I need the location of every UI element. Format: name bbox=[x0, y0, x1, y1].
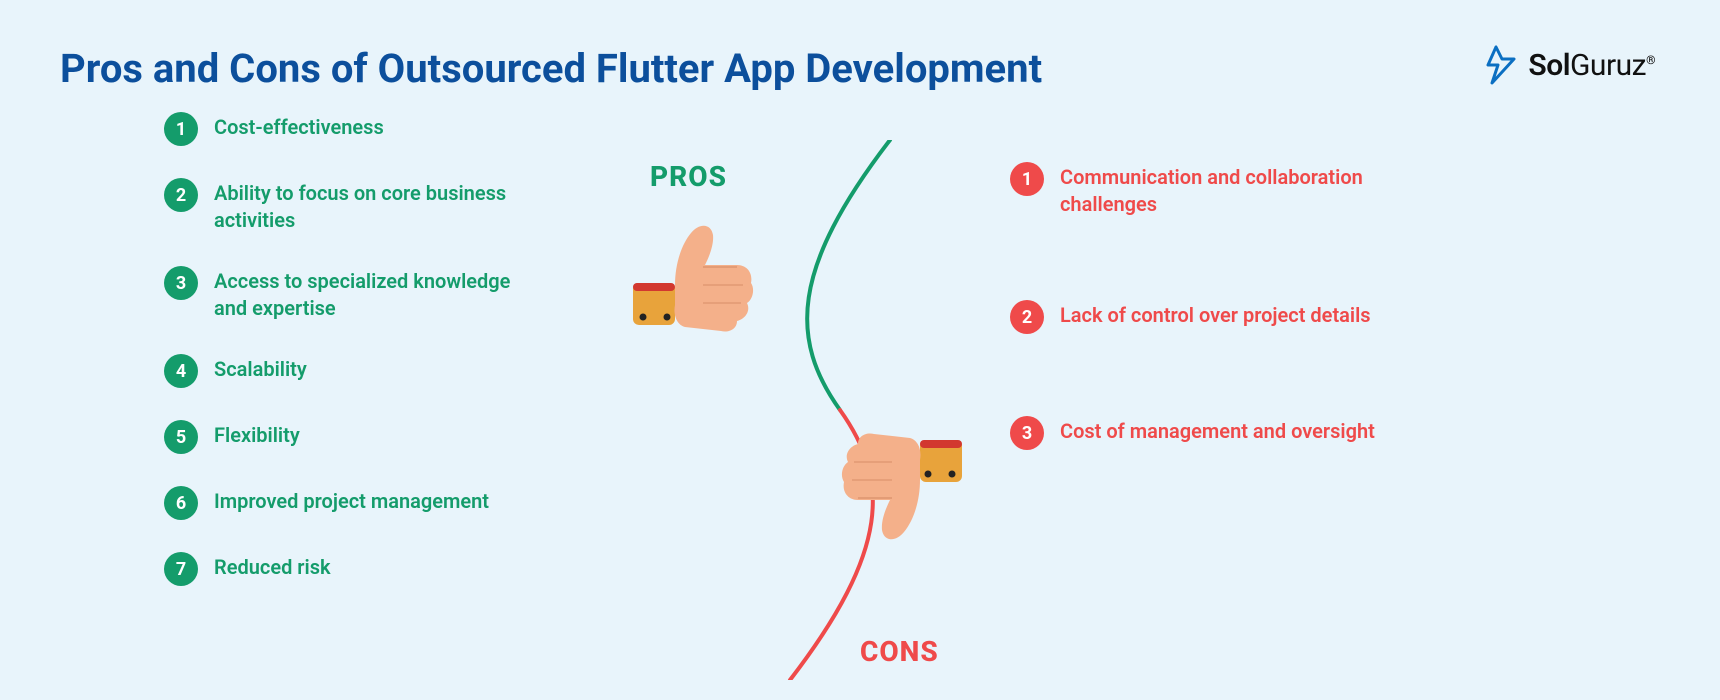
number-badge-icon: 2 bbox=[164, 178, 198, 212]
item-label: Access to specialized knowledge and expe… bbox=[214, 264, 524, 322]
number-badge-icon: 1 bbox=[164, 112, 198, 146]
list-item: 3 Cost of management and oversight bbox=[1010, 414, 1390, 450]
number-badge-icon: 3 bbox=[164, 266, 198, 300]
item-label: Cost of management and oversight bbox=[1060, 414, 1375, 445]
pros-heading: PROS bbox=[650, 160, 727, 193]
item-label: Communication and collaboration challeng… bbox=[1060, 160, 1390, 218]
list-item: 2 Lack of control over project details bbox=[1010, 298, 1390, 334]
item-label: Reduced risk bbox=[214, 550, 331, 581]
list-item: 2 Ability to focus on core business acti… bbox=[164, 176, 524, 234]
item-label: Flexibility bbox=[214, 418, 300, 449]
item-label: Improved project management bbox=[214, 484, 489, 515]
list-item: 7 Reduced risk bbox=[164, 550, 524, 586]
item-label: Cost-effectiveness bbox=[214, 110, 384, 141]
page-title: Pros and Cons of Outsourced Flutter App … bbox=[60, 45, 1042, 92]
cons-list: 1 Communication and collaboration challe… bbox=[1010, 160, 1390, 530]
list-item: 3 Access to specialized knowledge and ex… bbox=[164, 264, 524, 322]
brand-name: SolGuruz® bbox=[1528, 48, 1655, 83]
number-badge-icon: 5 bbox=[164, 420, 198, 454]
brand-icon bbox=[1482, 45, 1522, 85]
number-badge-icon: 7 bbox=[164, 552, 198, 586]
brand-logo: SolGuruz® bbox=[1482, 45, 1655, 85]
number-badge-icon: 4 bbox=[164, 354, 198, 388]
pros-list: 1 Cost-effectiveness 2 Ability to focus … bbox=[164, 110, 524, 616]
list-item: 1 Cost-effectiveness bbox=[164, 110, 524, 146]
list-item: 4 Scalability bbox=[164, 352, 524, 388]
thumbs-down-icon bbox=[830, 420, 970, 560]
list-item: 1 Communication and collaboration challe… bbox=[1010, 160, 1390, 218]
number-badge-icon: 1 bbox=[1010, 162, 1044, 196]
number-badge-icon: 2 bbox=[1010, 300, 1044, 334]
list-item: 5 Flexibility bbox=[164, 418, 524, 454]
number-badge-icon: 3 bbox=[1010, 416, 1044, 450]
divider-curve-icon bbox=[760, 140, 920, 680]
list-item: 6 Improved project management bbox=[164, 484, 524, 520]
number-badge-icon: 6 bbox=[164, 486, 198, 520]
item-label: Scalability bbox=[214, 352, 307, 383]
item-label: Ability to focus on core business activi… bbox=[214, 176, 524, 234]
item-label: Lack of control over project details bbox=[1060, 298, 1371, 329]
thumbs-up-icon bbox=[625, 205, 765, 345]
cons-heading: CONS bbox=[860, 635, 939, 668]
